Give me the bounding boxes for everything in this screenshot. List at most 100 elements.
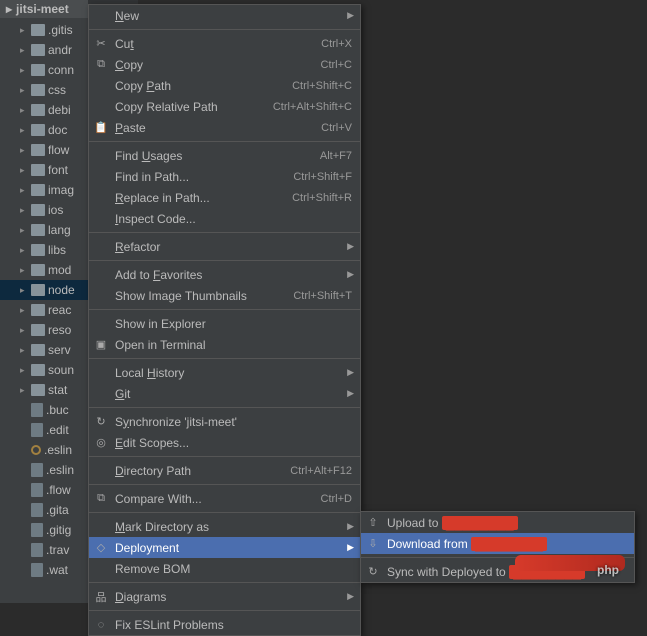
- folder-icon: [31, 364, 45, 376]
- menu-item[interactable]: Mark Directory as▶: [89, 516, 360, 537]
- tree-item[interactable]: ▸debi: [0, 100, 88, 120]
- file-icon: [31, 463, 43, 477]
- submenu-arrow-icon: ▶: [347, 388, 354, 399]
- tree-item[interactable]: ▸libs: [0, 240, 88, 260]
- menu-item[interactable]: Copy PathCtrl+Shift+C: [89, 75, 360, 96]
- tree-item[interactable]: .buc: [0, 400, 88, 420]
- menu-label: Find Usages: [115, 149, 320, 163]
- menu-shortcut: Ctrl+Shift+T: [293, 290, 352, 302]
- menu-label: Compare With...: [115, 492, 321, 506]
- folder-icon: [31, 24, 45, 36]
- menu-shortcut: Ctrl+Shift+F: [293, 171, 352, 183]
- menu-item[interactable]: Show in Explorer: [89, 313, 360, 334]
- menu-item[interactable]: ⧉CopyCtrl+C: [89, 54, 360, 75]
- menu-item[interactable]: Inspect Code...: [89, 208, 360, 229]
- tree-item[interactable]: ▸node: [0, 280, 88, 300]
- menu-item[interactable]: ⧉Compare With...Ctrl+D: [89, 488, 360, 509]
- menu-label: Show in Explorer: [115, 317, 352, 331]
- submenu-arrow-icon: ▶: [347, 521, 354, 532]
- tree-item[interactable]: ▸reso: [0, 320, 88, 340]
- tree-item[interactable]: .gita: [0, 500, 88, 520]
- tree-item[interactable]: ▸reac: [0, 300, 88, 320]
- tree-item[interactable]: .flow: [0, 480, 88, 500]
- tree-item-label: .trav: [46, 543, 69, 557]
- menu-label: Inspect Code...: [115, 212, 352, 226]
- submenu-icon: ↻: [366, 565, 380, 578]
- submenu-arrow-icon: ▶: [347, 542, 354, 553]
- menu-item[interactable]: Local History▶: [89, 362, 360, 383]
- tree-item-label: debi: [48, 103, 71, 117]
- tree-item[interactable]: ▸imag: [0, 180, 88, 200]
- menu-icon: ⧉: [94, 58, 108, 71]
- tree-item[interactable]: ▸stat: [0, 380, 88, 400]
- menu-item[interactable]: ◌Fix ESLint Problems: [89, 614, 360, 635]
- tree-item[interactable]: ▸andr: [0, 40, 88, 60]
- submenu-icon: ⇧: [366, 516, 380, 529]
- tree-item[interactable]: ▸doc: [0, 120, 88, 140]
- tree-item[interactable]: ▸font: [0, 160, 88, 180]
- menu-shortcut: Ctrl+D: [321, 493, 352, 505]
- file-icon: [31, 503, 43, 517]
- menu-icon: ◎: [94, 436, 108, 449]
- submenu-item[interactable]: ⇧Upload to ████████: [361, 512, 634, 533]
- tree-item[interactable]: .wat: [0, 560, 88, 580]
- tree-item[interactable]: .gitig: [0, 520, 88, 540]
- menu-item[interactable]: New▶: [89, 5, 360, 26]
- folder-icon: [31, 184, 45, 196]
- tree-item[interactable]: ▸conn: [0, 60, 88, 80]
- project-header[interactable]: ▸ jitsi-meet: [0, 0, 88, 18]
- menu-label: Add to Favorites: [115, 268, 352, 282]
- menu-label: Git: [115, 387, 352, 401]
- tree-item[interactable]: ▸.gitis: [0, 20, 88, 40]
- menu-label: Diagrams: [115, 590, 352, 604]
- watermark: php: [597, 561, 619, 575]
- folder-icon: [31, 44, 45, 56]
- menu-item[interactable]: ◎ Edit Scopes...: [89, 432, 360, 453]
- menu-item[interactable]: Replace in Path...Ctrl+Shift+R: [89, 187, 360, 208]
- tree-item[interactable]: .edit: [0, 420, 88, 440]
- tree-item[interactable]: ▸soun: [0, 360, 88, 380]
- menu-shortcut: Ctrl+Shift+C: [292, 80, 352, 92]
- project-tree: ▸ jitsi-meet ▸.gitis▸andr▸conn▸css▸debi▸…: [0, 0, 88, 603]
- tree-item[interactable]: ▸flow: [0, 140, 88, 160]
- menu-item[interactable]: Find in Path...Ctrl+Shift+F: [89, 166, 360, 187]
- tree-item-label: css: [48, 83, 66, 97]
- menu-item[interactable]: Show Image ThumbnailsCtrl+Shift+T: [89, 285, 360, 306]
- menu-item[interactable]: Find UsagesAlt+F7: [89, 145, 360, 166]
- tree-item[interactable]: ▸css: [0, 80, 88, 100]
- menu-icon: 📋: [94, 121, 108, 134]
- menu-label: Show Image Thumbnails: [115, 289, 293, 303]
- menu-item[interactable]: 📋PasteCtrl+V: [89, 117, 360, 138]
- tree-item-label: reso: [48, 323, 71, 337]
- tree-item-label: .gitis: [48, 23, 73, 37]
- tree-item[interactable]: .eslin: [0, 460, 88, 480]
- tree-item-label: lang: [48, 223, 71, 237]
- menu-label: Fix ESLint Problems: [115, 618, 352, 632]
- menu-item[interactable]: Directory PathCtrl+Alt+F12: [89, 460, 360, 481]
- menu-item[interactable]: ▣Open in Terminal: [89, 334, 360, 355]
- tree-item[interactable]: ▸lang: [0, 220, 88, 240]
- menu-item[interactable]: ✂CutCtrl+X: [89, 33, 360, 54]
- tree-item[interactable]: ▸serv: [0, 340, 88, 360]
- menu-item[interactable]: Add to Favorites▶: [89, 264, 360, 285]
- menu-icon: 品: [94, 589, 108, 605]
- ring-icon: [31, 445, 41, 455]
- tree-item[interactable]: ▸ios: [0, 200, 88, 220]
- menu-icon: ✂: [94, 37, 108, 50]
- menu-icon: ↻: [94, 415, 108, 428]
- folder-icon: [31, 284, 45, 296]
- tree-item-label: .gitig: [46, 523, 71, 537]
- menu-item[interactable]: ↻Synchronize 'jitsi-meet': [89, 411, 360, 432]
- tree-item[interactable]: .eslin: [0, 440, 88, 460]
- menu-label: Edit Scopes...: [115, 436, 352, 450]
- menu-item[interactable]: Git▶: [89, 383, 360, 404]
- menu-item[interactable]: Refactor▶: [89, 236, 360, 257]
- menu-item[interactable]: 品Diagrams▶: [89, 586, 360, 607]
- submenu-arrow-icon: ▶: [347, 367, 354, 378]
- tree-item[interactable]: .trav: [0, 540, 88, 560]
- submenu-item[interactable]: ⇩Download from ████████: [361, 533, 634, 554]
- menu-item[interactable]: ◇Deployment▶: [89, 537, 360, 558]
- tree-item[interactable]: ▸mod: [0, 260, 88, 280]
- menu-item[interactable]: Remove BOM: [89, 558, 360, 579]
- menu-item[interactable]: Copy Relative PathCtrl+Alt+Shift+C: [89, 96, 360, 117]
